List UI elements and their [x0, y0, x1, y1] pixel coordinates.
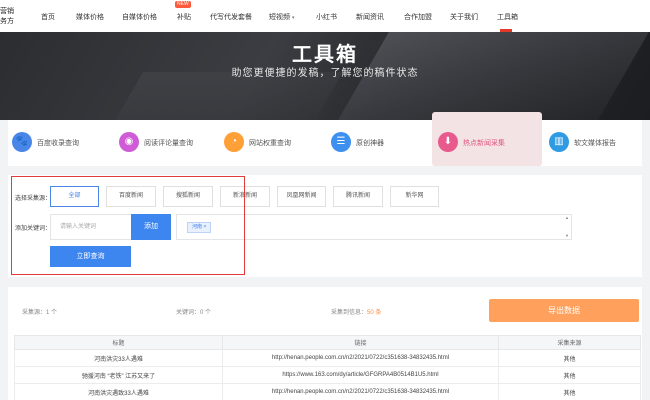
table-row: 河南洪灾遇致33人遇难 http://henan.people.com.cn/n… — [14, 383, 641, 400]
chevron-down-icon: ▾ — [291, 15, 295, 21]
highlight-annotation-box — [11, 176, 245, 275]
cell-title: 驰援河南 “老铁” 江苏又来了 — [14, 366, 223, 384]
tool-tab-label: 阅读评论量查询 — [144, 140, 193, 147]
nav-franchise[interactable]: 合作加盟 — [404, 12, 432, 22]
document-icon: ☰ — [331, 132, 351, 152]
new-badge: NEW — [175, 1, 191, 8]
cell-source: 其他 — [498, 383, 641, 400]
tool-tab-label: 原创神器 — [356, 140, 384, 147]
pie-chart-icon: ◔ — [224, 132, 244, 152]
logo-line-1: 营销 — [0, 8, 14, 15]
cell-source: 其他 — [498, 349, 641, 367]
tool-tab-label: 热点新闻采集 — [463, 140, 505, 147]
stat-source-label: 采集源： — [22, 310, 47, 316]
source-ifeng-button[interactable]: 凤凰网新闻 — [277, 186, 326, 207]
download-icon: ⬇ — [438, 132, 458, 152]
stat-keyword-count: 关键词：0 个 — [176, 307, 211, 316]
scroll-up-icon[interactable]: ▲ — [565, 215, 569, 220]
tool-tab-label: 网站权重查询 — [249, 140, 291, 147]
nav-news[interactable]: 新闻资讯 — [356, 12, 384, 22]
stat-collected-value: 50 条 — [367, 310, 382, 316]
tool-tab-site-weight[interactable]: ◔ 网站权重查询 — [224, 120, 314, 166]
table-row: 驰援河南 “老铁” 江苏又来了 https://www.163.com/dy/a… — [14, 366, 641, 384]
column-header-link: 链接 — [222, 335, 499, 350]
site-logo[interactable]: 营销 务方 — [0, 7, 18, 27]
hero-keyboard-image — [96, 72, 344, 120]
table-header-row: 标题 链接 采集来源 — [14, 335, 641, 350]
nav-toolbox[interactable]: 工具箱 — [497, 12, 518, 22]
tool-tab-baidu-index[interactable]: 🐾 百度收录查询 — [12, 120, 107, 166]
chart-icon: ▥ — [549, 132, 569, 152]
tool-tab-media-report[interactable]: ▥ 软文媒体报告 — [549, 120, 639, 166]
nav-media-price[interactable]: 媒体价格 — [76, 12, 104, 22]
results-table: 标题 链接 采集来源 河南洪灾33人遇难 http://henan.people… — [14, 335, 641, 400]
nav-home[interactable]: 首页 — [41, 12, 55, 22]
page-subtitle: 助您更便捷的发稿，了解您的稿件状态 — [231, 68, 419, 79]
tool-tab-read-comment[interactable]: ◉ 阅读评论量查询 — [119, 120, 219, 166]
cell-link[interactable]: https://www.163.com/dy/article/GFGRPA4B0… — [222, 366, 499, 384]
cell-link[interactable]: http://henan.people.com.cn/n2/2021/0722/… — [222, 349, 499, 367]
tool-tab-label: 软文媒体报告 — [574, 140, 616, 147]
nav-short-video[interactable]: 短视频 ▾ — [269, 12, 294, 22]
nav-xiaohongshu[interactable]: 小红书 — [316, 12, 337, 22]
cell-title: 河南洪灾33人遇难 — [14, 349, 223, 367]
nav-short-video-label: 短视频 — [269, 14, 290, 21]
logo-line-2: 务方 — [0, 18, 14, 25]
nav-self-media-price[interactable]: 自媒体价格 — [122, 12, 157, 22]
nav-about[interactable]: 关于我们 — [450, 12, 478, 22]
eye-icon: ◉ — [119, 132, 139, 152]
cell-source: 其他 — [498, 366, 641, 384]
top-navigation: 营销 务方 首页 媒体价格 自媒体价格 NEW 补贴 代写代发套餐 短视频 ▾ … — [0, 0, 650, 32]
table-row: 河南洪灾33人遇难 http://henan.people.com.cn/n2/… — [14, 349, 641, 367]
tool-tab-label: 百度收录查询 — [37, 140, 79, 147]
export-data-button[interactable]: 导出数据 — [489, 299, 639, 322]
cell-title: 河南洪灾遇致33人遇难 — [14, 383, 223, 400]
paw-icon: 🐾 — [12, 132, 32, 152]
cell-link[interactable]: http://henan.people.com.cn/n2/2021/0722/… — [222, 383, 499, 400]
page-title: 工具箱 — [292, 44, 358, 66]
nav-writing-package[interactable]: 代写代发套餐 — [210, 12, 252, 22]
column-header-source: 采集来源 — [498, 335, 641, 350]
stat-source-value: 1 个 — [46, 310, 58, 316]
stat-collected-label: 采集到信息： — [331, 310, 368, 316]
hero-banner: 工具箱 助您更便捷的发稿，了解您的稿件状态 — [0, 32, 650, 120]
stat-keyword-label: 关键词： — [176, 310, 201, 316]
tool-tab-original-tool[interactable]: ☰ 原创神器 — [331, 120, 411, 166]
nav-subsidy[interactable]: 补贴 — [177, 12, 191, 22]
column-header-title: 标题 — [14, 335, 223, 350]
tool-tab-hot-news[interactable]: ⬇ 热点新闻采集 — [438, 120, 538, 166]
source-tencent-button[interactable]: 腾讯新闻 — [333, 186, 383, 207]
scroll-down-icon[interactable]: ▼ — [565, 233, 569, 238]
stat-keyword-value: 0 个 — [200, 310, 212, 316]
stat-source-count: 采集源：1 个 — [22, 307, 57, 316]
source-xinhua-button[interactable]: 新华网 — [390, 186, 439, 207]
stat-collected-count: 采集到信息：50 条 — [331, 307, 381, 316]
